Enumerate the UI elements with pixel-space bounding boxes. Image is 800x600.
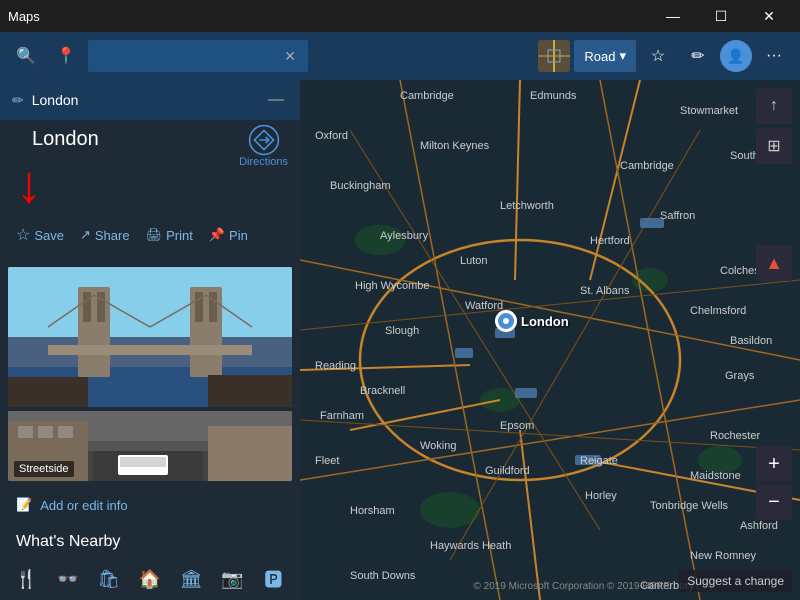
- app-bar: 🔍 📍 London ✕ Road ▾ ☆ ✏ 👤 ···: [0, 32, 800, 80]
- action-row: ☆ Save ↗ Share 🖨 Print 📌 Pin: [0, 215, 300, 263]
- share-label: Share: [95, 228, 130, 243]
- place-header-row: London Directions: [0, 120, 300, 159]
- london-pin-label: London: [521, 314, 569, 329]
- map-background: [300, 80, 800, 600]
- zoom-controls: + −: [756, 446, 792, 520]
- copyright-text: © 2019 Microsoft Corporation © 2019 HERE: [474, 581, 671, 592]
- road-map-thumbnail[interactable]: [538, 40, 570, 72]
- favorites-icon[interactable]: ☆: [640, 38, 676, 74]
- pin-dot: [503, 318, 509, 324]
- star-icon: ☆: [16, 225, 30, 245]
- nearby-shopping-icon[interactable]: 🛍: [90, 559, 127, 599]
- app-bar-right: Road ▾ ☆ ✏ 👤 ···: [538, 38, 792, 74]
- nearby-food-icon[interactable]: 🍴: [8, 559, 45, 599]
- avatar[interactable]: 👤: [720, 40, 752, 72]
- road-label: Road: [584, 49, 615, 64]
- main-photo[interactable]: [8, 267, 292, 407]
- add-edit-label: Add or edit info: [40, 498, 127, 513]
- edit-icon: ✏: [12, 92, 24, 109]
- sidebar: ✏ London — London Directions ↓: [0, 80, 300, 600]
- title-bar: Maps — ☐ ✕: [0, 0, 800, 32]
- red-arrow-icon: ↓: [16, 159, 42, 211]
- search-box[interactable]: London ✕: [88, 40, 308, 72]
- save-button[interactable]: ☆ Save: [8, 219, 72, 251]
- close-button[interactable]: ✕: [746, 0, 792, 32]
- main-content: ✏ London — London Directions ↓: [0, 80, 800, 600]
- search-input[interactable]: London: [96, 48, 280, 64]
- save-label: Save: [34, 228, 64, 243]
- compass: ▲: [756, 245, 792, 281]
- pin-button[interactable]: 📌 Pin: [201, 221, 256, 249]
- nearby-icons-row: 🍴 👓 🛍 🏠 🏛 📷 🅿: [0, 559, 300, 600]
- minimize-button[interactable]: —: [650, 0, 696, 32]
- whats-nearby-title: What's Nearby: [0, 521, 300, 559]
- more-options-icon[interactable]: ···: [756, 38, 792, 74]
- location-icon[interactable]: 📍: [48, 38, 84, 74]
- nearby-sights-icon[interactable]: 👓: [49, 559, 86, 599]
- chevron-down-icon: ▾: [619, 48, 626, 64]
- streetside-label: Streetside: [14, 461, 74, 477]
- place-header: London Directions ↓: [0, 120, 300, 215]
- search-icon[interactable]: 🔍: [8, 38, 44, 74]
- place-name: London: [16, 116, 115, 154]
- street-photo[interactable]: Streetside: [8, 411, 292, 481]
- pin-icon: 📌: [209, 227, 225, 243]
- london-pin[interactable]: London: [495, 310, 569, 332]
- window-controls: — ☐ ✕: [650, 0, 792, 32]
- add-edit-button[interactable]: 📝 Add or edit info: [0, 489, 300, 521]
- pin-label: Pin: [229, 228, 248, 243]
- nearby-parking-icon[interactable]: 🅿: [255, 559, 292, 599]
- share-button[interactable]: ↗ Share: [72, 221, 138, 249]
- compass-reset-button[interactable]: ↑: [756, 88, 792, 124]
- nearby-lodging-icon[interactable]: 🏠: [131, 559, 168, 599]
- directions-label: Directions: [239, 156, 288, 168]
- suggest-change-button[interactable]: Suggest a change: [679, 570, 792, 592]
- nearby-camera-icon[interactable]: 📷: [214, 559, 251, 599]
- sidebar-minimize-button[interactable]: —: [264, 91, 288, 109]
- directions-button[interactable]: Directions: [239, 124, 288, 168]
- print-label: Print: [166, 228, 193, 243]
- nearby-arts-icon[interactable]: 🏛: [173, 559, 210, 599]
- print-button[interactable]: 🖨 Print: [138, 221, 201, 249]
- add-edit-icon: 📝: [16, 497, 32, 513]
- sidebar-header-title: London: [32, 92, 256, 108]
- zoom-out-button[interactable]: −: [756, 484, 792, 520]
- directions-icon[interactable]: ✏: [680, 38, 716, 74]
- pin-marker: [495, 310, 517, 332]
- sidebar-header: ✏ London —: [0, 80, 300, 120]
- app-title: Maps: [8, 9, 40, 24]
- road-view-button[interactable]: Road ▾: [574, 40, 636, 72]
- maximize-button[interactable]: ☐: [698, 0, 744, 32]
- map-area: Cambridge Edmunds Stowmarket Oxford Milt…: [300, 80, 800, 600]
- map-layer-button[interactable]: ⊞: [756, 128, 792, 164]
- map-toolbar: ↑ ⊞: [756, 88, 792, 164]
- search-clear-icon[interactable]: ✕: [280, 48, 300, 65]
- print-icon: 🖨: [146, 227, 163, 243]
- share-icon: ↗: [80, 227, 91, 243]
- zoom-in-button[interactable]: +: [756, 446, 792, 482]
- photos-section: Streetside: [0, 263, 300, 489]
